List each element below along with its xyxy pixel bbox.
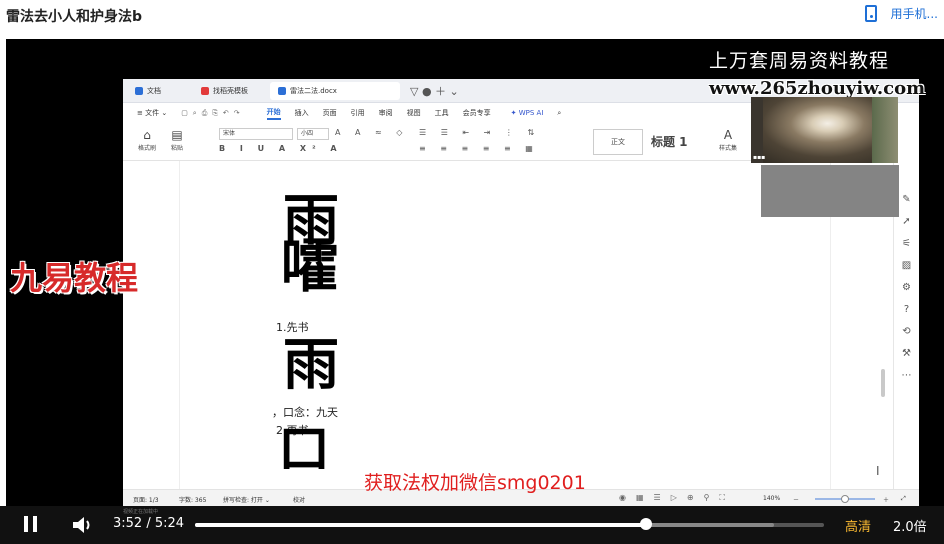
watermark-url: www.265zhouyiw.com: [709, 78, 926, 99]
tab-label: 雷法二法.docx: [290, 86, 337, 95]
progress-bar[interactable]: [195, 523, 824, 527]
style-set-label: 样式集: [718, 145, 737, 152]
styles-icon: A: [723, 128, 733, 142]
text-style-icons[interactable]: B I U A X² A: [219, 144, 343, 153]
ribbon-tab-member[interactable]: 会员专享: [463, 108, 491, 118]
ribbon-tab-reference[interactable]: 引用: [351, 108, 365, 118]
webcam-tag: ▪▪▪: [753, 154, 766, 161]
ribbon-tab-page[interactable]: 页面: [323, 108, 337, 118]
pointer-icon[interactable]: ➚: [900, 215, 913, 228]
ribbon-tab-insert[interactable]: 插入: [295, 108, 309, 118]
talisman-glyph-mouth: 口: [278, 425, 331, 469]
played-bar: [195, 523, 646, 527]
page-title: 雷法去小人和护身法b: [6, 9, 143, 25]
webcam-overlay: ▪▪▪: [751, 97, 898, 163]
vertical-scrollbar[interactable]: [881, 369, 885, 397]
image-icon[interactable]: ▨: [900, 259, 913, 272]
zoom-in-icon[interactable]: ＋: [883, 495, 889, 504]
font-family-select[interactable]: 宋体: [219, 128, 293, 140]
zoom-level[interactable]: 140%: [763, 495, 780, 502]
current-time: 3:52: [113, 516, 143, 531]
view-mode-icons[interactable]: ◉▦☰▷⊕⚲⛶: [619, 493, 735, 503]
word-count: 字数: 365: [179, 497, 207, 504]
duration: 5:24: [154, 516, 185, 531]
progress-handle[interactable]: [639, 518, 652, 530]
template-icon: [201, 86, 209, 95]
volume-icon[interactable]: [72, 515, 94, 535]
spell-check-toggle[interactable]: 拼写检查: 打开 ⌄: [223, 495, 270, 504]
clipboard-icon: ▤: [171, 128, 183, 142]
time-separator: /: [146, 516, 151, 531]
watermark-banner: 获取法权加微信smg0201: [364, 472, 586, 494]
zoom-slider-handle[interactable]: [841, 495, 849, 503]
loading-hint: 视频正在加载中: [123, 509, 159, 515]
video-player[interactable]: 文档 找稻壳模板 雷法二法.docx ▽ ● ＋ ⌄ ≡ 文件 ⌄ ▢⌕⎙⎘↶↷…: [6, 39, 944, 506]
ribbon-tab-view[interactable]: 视图: [407, 108, 421, 118]
talisman-glyph: 嚯: [281, 232, 340, 300]
tab-document[interactable]: 雷法二法.docx: [270, 81, 400, 100]
format-painter-label: 格式刷: [137, 145, 156, 152]
style-normal[interactable]: 正文: [593, 129, 643, 155]
font-format-icons[interactable]: A A ≈ ◇: [335, 128, 408, 137]
ribbon-tab-review[interactable]: 审阅: [379, 108, 393, 118]
share-icon[interactable]: ⚙: [900, 281, 913, 294]
mobile-link[interactable]: 用手机...: [864, 5, 938, 22]
pen-icon[interactable]: ✎: [900, 193, 913, 206]
ribbon-tab-home[interactable]: 开始: [266, 107, 281, 120]
page-indicator: 页面: 1/3: [133, 497, 159, 504]
incantation-note: ，口念：九天: [272, 406, 338, 419]
proofread-button[interactable]: 校对: [293, 495, 305, 504]
align-icons[interactable]: ≡ ≡ ≡ ≡ ≡ ▦: [419, 144, 539, 153]
quick-access-icons[interactable]: ▢⌕⎙⎘↶↷: [181, 109, 244, 118]
paste-button[interactable]: ▤ 粘贴: [167, 127, 187, 155]
quality-button[interactable]: 高清: [845, 516, 871, 535]
watermark-left: 九易教程: [10, 259, 139, 297]
font-size-select[interactable]: 小四: [297, 128, 329, 140]
pause-icon-bar: [24, 516, 28, 532]
paste-label: 粘贴: [170, 145, 183, 152]
style-heading1[interactable]: 标题 1: [651, 129, 688, 155]
player-controls: 3:52 / 5:24 高清 2.0倍 视频正在加载中: [0, 506, 944, 544]
tab-templates[interactable]: 找稻壳模板: [193, 82, 256, 100]
watermark-title: 上万套周易资料教程: [709, 50, 890, 72]
tab-label: 文档: [147, 86, 161, 95]
sync-icon[interactable]: ⟲: [900, 325, 913, 338]
pause-icon-bar: [33, 516, 37, 532]
style-set-button[interactable]: A 样式集: [713, 127, 743, 155]
page-header: 雷法去小人和护身法b 用手机...: [0, 0, 944, 38]
tab-docs[interactable]: 文档: [127, 82, 169, 100]
docs-icon: [135, 86, 143, 95]
pause-button[interactable]: [24, 516, 38, 532]
mobile-link-label: 用手机...: [890, 7, 938, 21]
app-root: 雷法去小人和护身法b 用手机... 文档 找稻壳模板 雷法二法.docx ▽ ●…: [0, 0, 944, 544]
more-icon[interactable]: ⋯: [900, 369, 913, 382]
text-cursor-icon: I: [876, 464, 880, 478]
tab-label: 找稻壳模板: [213, 86, 248, 95]
ribbon-tab-tools[interactable]: 工具: [435, 108, 449, 118]
document-margin: [123, 161, 179, 489]
tool-icon[interactable]: ⚒: [900, 347, 913, 360]
talisman-glyph-rain-2: 雨: [283, 332, 339, 398]
adjust-icon[interactable]: ⚟: [900, 237, 913, 250]
paragraph-icons[interactable]: ☰ ☰ ⇤ ⇥ ⋮ ⇅: [419, 128, 540, 137]
help-icon[interactable]: ?: [900, 303, 913, 316]
zoom-out-icon[interactable]: －: [793, 495, 799, 504]
wps-ai-label: WPS AI: [518, 109, 544, 117]
tab-actions[interactable]: ▽ ● ＋ ⌄: [410, 83, 459, 99]
word-doc-icon: [278, 86, 286, 95]
document-page[interactable]: 雨 嚯 1.先书 雨 ，口念：九天 2.再书 口 I: [179, 161, 880, 489]
video-mask-block: [761, 165, 899, 217]
phone-icon: [864, 5, 877, 22]
time-display: 3:52 / 5:24: [113, 516, 184, 531]
wps-ai-button[interactable]: ✦ WPS AI: [511, 109, 544, 117]
brush-icon: ⌂: [143, 128, 151, 142]
search-icon[interactable]: ⌕: [557, 109, 561, 118]
file-menu[interactable]: ≡ 文件 ⌄: [137, 108, 167, 118]
format-painter-button[interactable]: ⌂ 格式刷: [137, 127, 157, 155]
speed-button[interactable]: 2.0倍: [893, 516, 927, 535]
fullscreen-icon[interactable]: ⤢: [901, 495, 906, 503]
